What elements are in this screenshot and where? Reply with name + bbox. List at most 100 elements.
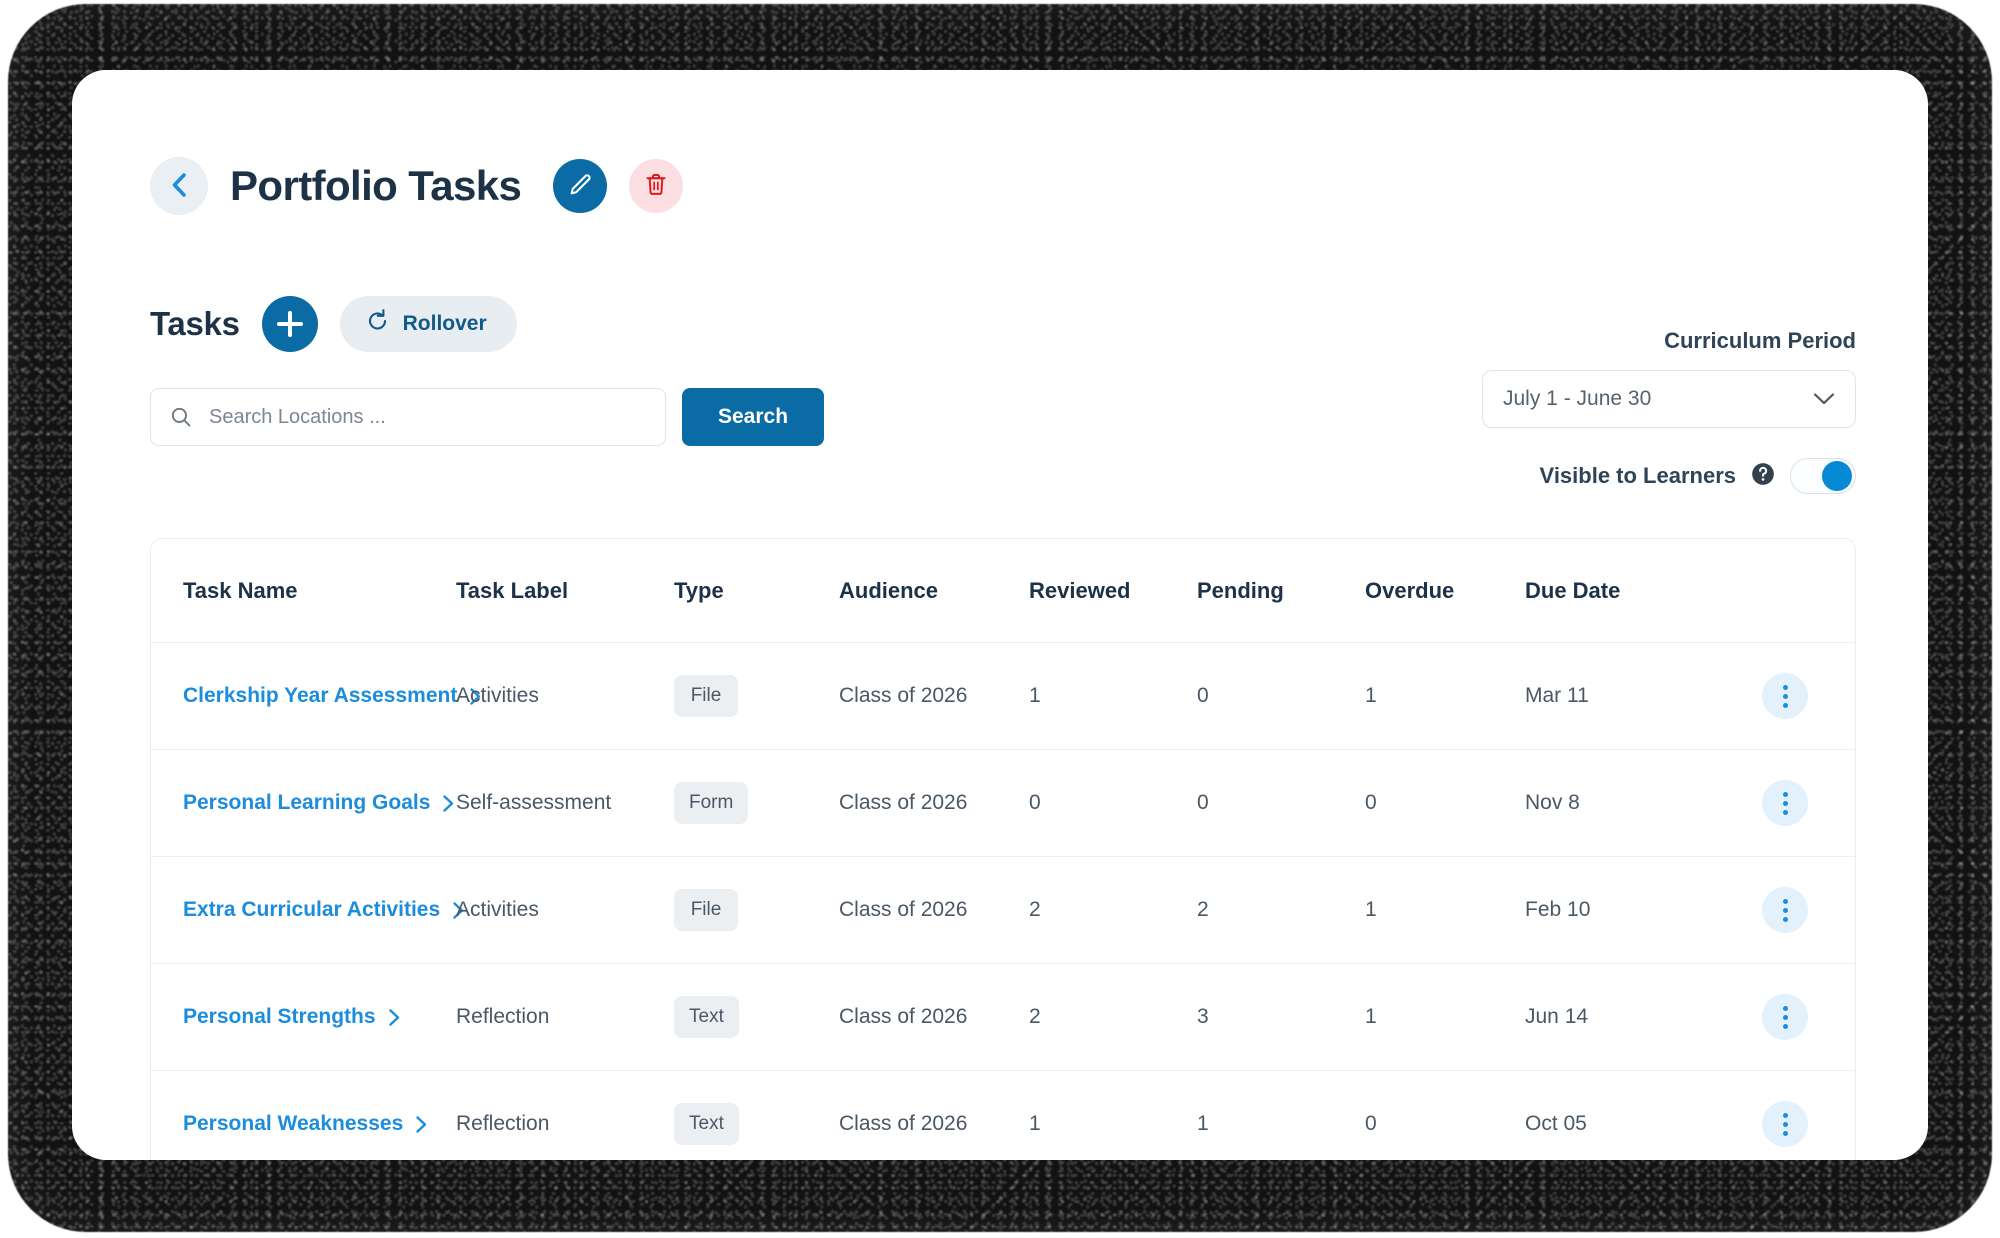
cell-actions [1715,856,1855,964]
cell-audience: Class of 2026 [839,1070,1029,1160]
cell-reviewed: 1 [1029,1070,1197,1160]
cell-actions [1715,642,1855,750]
controls-row: Search Curriculum Period July 1 - June 3… [150,328,1856,494]
row-menu-button[interactable] [1762,887,1808,933]
cell-task-label: Reflection [456,963,674,1071]
visible-to-learners-toggle[interactable] [1790,458,1856,494]
cell-due-date: Nov 8 [1525,749,1715,857]
cell-task-name: Clerkship Year Assessment [151,642,481,750]
cell-reviewed: 1 [1029,642,1197,750]
rollover-button[interactable]: Rollover [339,296,517,352]
search-group: Search [150,388,825,446]
task-name-link[interactable]: Personal Strengths [183,1005,402,1029]
column-header-actions [1715,539,1855,643]
cell-type: File [674,642,839,750]
search-input[interactable] [150,388,666,446]
task-name-text: Extra Curricular Activities [183,898,441,921]
cell-audience: Class of 2026 [839,856,1029,964]
column-header-type: Type [674,539,839,643]
task-name-link[interactable]: Clerkship Year Assessment [183,684,483,708]
task-name-link[interactable]: Personal Learning Goals [183,791,456,815]
task-name-text: Personal Learning Goals [183,791,431,814]
cell-reviewed: 0 [1029,749,1197,857]
add-task-button[interactable] [261,296,318,352]
curriculum-period-select[interactable]: July 1 - June 30 [1482,370,1856,428]
task-name-text: Personal Weaknesses [183,1112,404,1135]
type-badge: Form [674,782,749,824]
column-header-task-name: Task Name [151,539,456,643]
refresh-icon [366,308,390,340]
table-row: Personal Learning Goals Self-assessment Fo… [151,749,1855,857]
row-menu-button[interactable] [1762,1101,1808,1147]
cell-type: Text [674,1070,839,1160]
cell-type: Form [674,749,839,857]
cell-task-label: Self-assessment [456,749,674,857]
task-name-text: Personal Strengths [183,1005,376,1028]
cell-pending: 2 [1197,856,1365,964]
cell-task-label: Activities [456,856,674,964]
column-header-due-date: Due Date [1525,539,1715,643]
rollover-label: Rollover [402,312,487,335]
back-button[interactable] [150,157,208,215]
cell-pending: 0 [1197,642,1365,750]
column-header-overdue: Overdue [1365,539,1525,643]
search-button[interactable]: Search [682,388,825,446]
cell-pending: 3 [1197,963,1365,1071]
chevron-right-icon [387,1008,402,1027]
row-menu-button[interactable] [1762,780,1808,826]
cell-task-label: Reflection [456,1070,674,1160]
tasks-table: Task Name Task Label Type Audience Revie… [151,539,1855,1160]
cell-task-label: Activities [456,642,674,750]
cell-actions [1715,749,1855,857]
chevron-right-icon [441,794,456,813]
type-badge: Text [674,1103,739,1145]
cell-task-name: Personal Strengths [151,963,456,1071]
column-header-audience: Audience [839,539,1029,643]
row-menu-button[interactable] [1762,673,1808,719]
cell-task-name: Extra Curricular Activities [151,856,464,964]
table-row: Personal Strengths Reflection Text Class of… [151,963,1855,1071]
table-row: Clerkship Year Assessment Activities File C… [151,642,1855,750]
cell-audience: Class of 2026 [839,642,1029,750]
tasks-heading: Tasks [150,305,240,342]
cell-reviewed: 2 [1029,856,1197,964]
cell-pending: 0 [1197,749,1365,857]
cell-task-name: Personal Weaknesses [151,1070,456,1160]
type-badge: Text [674,996,739,1038]
tasks-table-card: Task Name Task Label Type Audience Revie… [150,538,1856,1160]
cell-due-date: Feb 10 [1525,856,1715,964]
row-menu-button[interactable] [1762,994,1808,1040]
cell-due-date: Mar 11 [1525,642,1715,750]
table-body: Clerkship Year Assessment Activities File C… [151,642,1855,1160]
app-card: Portfolio Tasks Tasks Rollover Search Lo… [72,70,1928,1160]
task-name-link[interactable]: Extra Curricular Activities [183,898,466,922]
task-name-link[interactable]: Personal Weaknesses [183,1112,429,1136]
edit-button[interactable] [553,159,608,213]
curriculum-period-value: July 1 - June 30 [1503,387,1652,410]
cell-overdue: 0 [1365,749,1525,857]
page-header: Portfolio Tasks [150,150,1856,222]
search-icon [170,406,192,428]
chevron-left-icon [169,172,189,201]
visible-to-learners-row: Visible to Learners [1540,458,1856,494]
cell-task-name: Personal Learning Goals [151,749,456,857]
column-header-pending: Pending [1197,539,1365,643]
type-badge: File [674,889,738,931]
cell-actions [1715,963,1855,1071]
plus-icon [276,311,303,337]
trash-icon [644,172,668,201]
help-circle-icon[interactable] [1750,461,1776,492]
cell-overdue: 1 [1365,642,1525,750]
type-badge: File [674,675,738,717]
table-row: Personal Weaknesses Reflection Text Class o… [151,1070,1855,1160]
cell-overdue: 0 [1365,1070,1525,1160]
cell-actions [1715,1070,1855,1160]
cell-audience: Class of 2026 [839,963,1029,1071]
column-header-reviewed: Reviewed [1029,539,1197,643]
table-header: Task Name Task Label Type Audience Revie… [151,539,1855,643]
delete-button[interactable] [629,159,684,213]
cell-overdue: 1 [1365,856,1525,964]
task-name-text: Clerkship Year Assessment [183,684,458,707]
cell-due-date: Oct 05 [1525,1070,1715,1160]
cell-type: Text [674,963,839,1071]
